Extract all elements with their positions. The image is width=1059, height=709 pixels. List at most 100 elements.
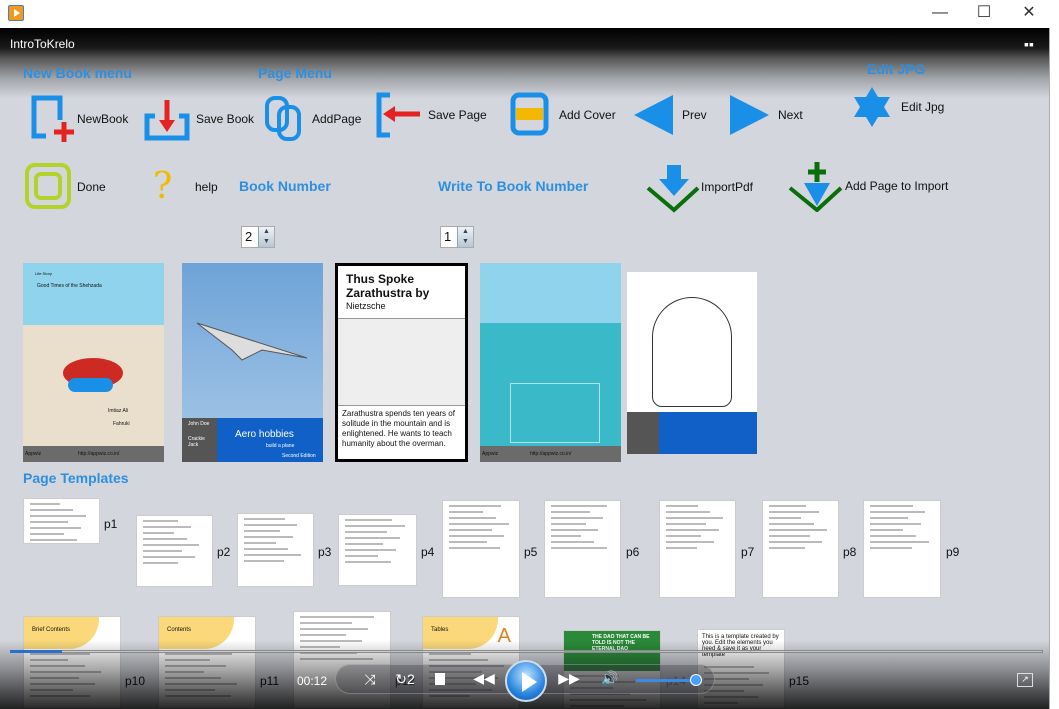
text-line — [300, 616, 374, 618]
volume-slider[interactable] — [636, 679, 696, 682]
text-line — [551, 517, 603, 519]
text-line — [30, 521, 69, 523]
page-template-thumbnail[interactable] — [136, 515, 213, 587]
text-line — [666, 541, 714, 543]
text-line — [551, 505, 608, 507]
cover-author: Nietzsche — [346, 301, 386, 311]
repeat-count: 2 — [406, 671, 415, 687]
template-label: p2 — [217, 545, 231, 559]
text-line — [345, 531, 388, 533]
spinner-arrows-icon[interactable]: ▲ ▼ — [258, 227, 274, 247]
add-cover-icon — [510, 92, 549, 136]
text-line — [666, 523, 706, 525]
seek-progress — [10, 650, 62, 653]
eye-shape — [68, 378, 113, 392]
prev-button[interactable]: Prev — [633, 94, 713, 136]
text-line — [143, 556, 195, 558]
shuffle-icon[interactable]: ⤨ — [360, 671, 380, 688]
book-cover-4[interactable]: Appwiz http://appwiz.co.in/ — [480, 263, 621, 462]
text-line — [300, 628, 369, 630]
save-page-icon — [376, 92, 420, 138]
app-icon — [8, 5, 24, 21]
help-button[interactable]: ? help — [153, 166, 228, 210]
page-template-thumbnail[interactable] — [338, 514, 417, 586]
text-line — [666, 505, 698, 507]
text-line — [666, 529, 719, 531]
text-line — [244, 518, 285, 520]
text-line — [870, 523, 921, 525]
background-window-edge — [1049, 28, 1059, 709]
text-line — [551, 535, 581, 537]
next-button[interactable]: Next — [728, 94, 808, 136]
cover-author: Imtiaz Ali — [108, 408, 129, 414]
import-pdf-button[interactable]: ImportPdf — [645, 163, 755, 213]
template-label: p6 — [626, 545, 640, 559]
close-button[interactable]: ✕ — [1014, 4, 1044, 22]
book-cover-5[interactable] — [627, 272, 757, 454]
text-line — [30, 527, 81, 529]
page-template-thumbnail[interactable] — [442, 500, 520, 598]
save-book-label: Save Book — [196, 112, 255, 126]
text-line — [449, 523, 510, 525]
book-cover-2[interactable]: John Doe Crackie Jack Aero hobbies build… — [182, 263, 323, 462]
page-template-thumbnail[interactable] — [762, 500, 839, 598]
page-template-thumbnail[interactable] — [237, 513, 314, 587]
new-book-menu-heading: New Book menu — [23, 65, 132, 81]
repeat-button[interactable]: ↻2 — [393, 671, 417, 688]
write-book-number-spinner[interactable]: 1 ▲ ▼ — [440, 226, 474, 248]
page-template-thumbnail[interactable] — [659, 500, 736, 598]
seek-bar[interactable] — [10, 650, 1043, 653]
cover-author-2: Crackie Jack — [188, 436, 205, 448]
cover-blurb: Zarathustra spends ten years of solitude… — [342, 409, 455, 448]
fullscreen-toggle-icon[interactable]: ▪▪ — [1024, 36, 1044, 52]
switch-to-library-icon[interactable]: ↗ — [1017, 673, 1033, 687]
book-cover-1[interactable]: Life Story Good Times of the Shehzada Im… — [23, 263, 164, 462]
fast-forward-icon[interactable]: ▶▶ — [555, 670, 583, 687]
page-template-thumbnail[interactable] — [544, 500, 621, 598]
edit-jpg-button[interactable]: Edit Jpg — [852, 86, 952, 128]
text-line — [769, 523, 814, 525]
save-page-button[interactable]: Save Page — [374, 91, 494, 139]
text-line — [769, 535, 810, 537]
volume-knob[interactable] — [690, 674, 702, 686]
repeat-icon: ↻ — [395, 671, 407, 687]
cover-kicker: Life Story — [35, 271, 52, 276]
template-label: p1 — [104, 517, 118, 531]
star-icon — [854, 87, 890, 127]
prev-label: Prev — [682, 108, 707, 122]
text-line — [345, 561, 392, 563]
stop-icon[interactable] — [435, 673, 445, 685]
new-book-button[interactable]: NewBook — [28, 94, 133, 144]
add-page-to-import-button[interactable]: Add Page to Import — [787, 160, 957, 212]
text-line — [143, 562, 178, 564]
text-line — [870, 547, 912, 549]
volume-icon[interactable]: 🔊 — [598, 670, 622, 687]
maximize-button[interactable]: ☐ — [969, 4, 999, 22]
text-line — [345, 537, 401, 539]
minimize-button[interactable]: — — [925, 4, 955, 22]
save-book-button[interactable]: Save Book — [143, 98, 258, 143]
text-line — [449, 511, 484, 513]
add-page-button[interactable]: AddPage — [264, 95, 369, 143]
page-template-thumbnail[interactable] — [863, 500, 941, 598]
text-line — [870, 505, 913, 507]
text-line — [300, 634, 347, 636]
text-line — [244, 548, 289, 550]
rewind-icon[interactable]: ◀◀ — [470, 670, 498, 687]
text-line — [244, 560, 284, 562]
text-line — [551, 529, 599, 531]
edit-jpg-heading: Edit JPG — [867, 61, 926, 77]
text-line — [666, 535, 702, 537]
book-number-spinner[interactable]: 2 ▲ ▼ — [241, 226, 275, 248]
add-cover-button[interactable]: Add Cover — [510, 92, 620, 138]
done-button[interactable]: Done — [25, 163, 115, 211]
book-cover-3[interactable]: Thus Spoke Zarathustra by Nietzsche Zara… — [335, 263, 468, 462]
template-label: p7 — [741, 545, 755, 559]
text-line — [345, 519, 392, 521]
portrait-sketch — [652, 297, 732, 407]
page-template-thumbnail[interactable] — [23, 498, 100, 544]
spinner-arrows-icon[interactable]: ▲ ▼ — [457, 227, 473, 247]
cover-url: http://appwiz.co.in/ — [530, 451, 572, 457]
add-page-icon — [265, 96, 301, 141]
play-button[interactable] — [505, 660, 547, 702]
